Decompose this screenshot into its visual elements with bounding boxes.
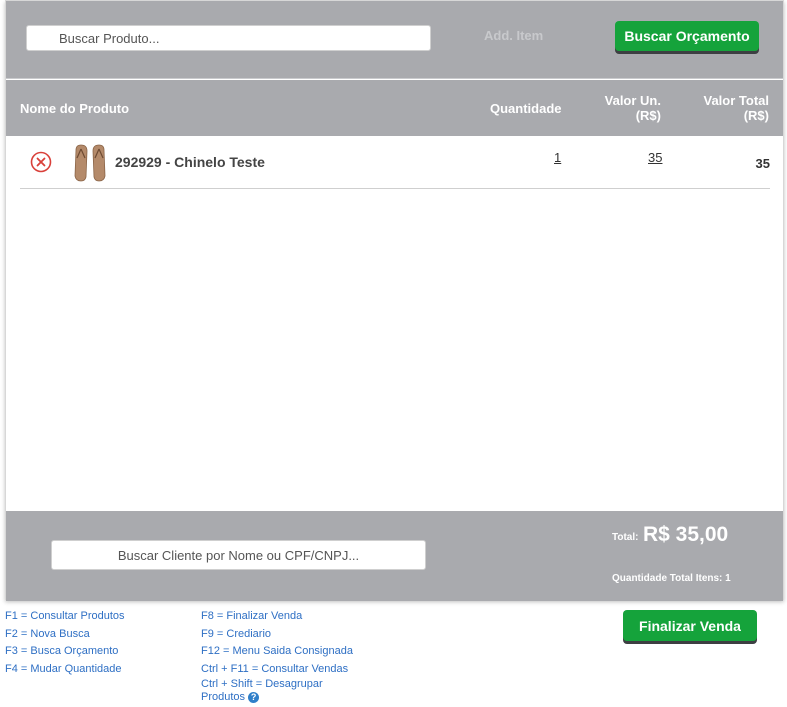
product-quantity-link[interactable]: 1 (554, 150, 561, 165)
product-thumbnail (74, 144, 106, 182)
shortcut-ctrl-f11[interactable]: Ctrl + F11 = Consultar Vendas (201, 661, 353, 679)
buscar-orcamento-button[interactable]: Buscar Orçamento (615, 21, 759, 51)
finalizar-venda-button[interactable]: Finalizar Venda (623, 610, 757, 641)
product-toolbar: Add. Item Buscar Orçamento (6, 1, 783, 79)
client-search-input[interactable] (51, 540, 426, 570)
remove-circle-x-icon[interactable] (30, 151, 52, 173)
product-name: 292929 - Chinelo Teste (115, 154, 265, 170)
shortcut-f3[interactable]: F3 = Busca Orçamento (5, 643, 125, 661)
shortcut-ctrl-shift-line2: Produtos (201, 691, 246, 703)
add-item-button[interactable]: Add. Item (484, 28, 543, 43)
shortcut-f12[interactable]: F12 = Menu Saida Consignada (201, 643, 353, 661)
table-row: 292929 - Chinelo Teste 1 35 35 (20, 137, 770, 189)
header-unit-value-label: Valor Un. (604, 93, 661, 108)
quantity-total-items: Quantidade Total Itens: 1 (612, 573, 731, 584)
help-circle-icon[interactable]: ? (248, 691, 260, 703)
shortcut-ctrl-shift[interactable]: Ctrl + Shift = Desagrupar Produtos ? (201, 678, 353, 704)
header-unit-value-currency: (R$) (635, 108, 661, 123)
shortcut-f2[interactable]: F2 = Nova Busca (5, 626, 125, 644)
table-header: Nome do Produto Quantidade Valor Un. (R$… (6, 80, 783, 136)
shortcut-list-right: F8 = Finalizar Venda F9 = Crediario F12 … (201, 608, 353, 704)
shortcut-f1[interactable]: F1 = Consultar Produtos (5, 608, 125, 626)
product-total-value: 35 (755, 156, 770, 171)
shortcut-list-left: F1 = Consultar Produtos F2 = Nova Busca … (5, 608, 125, 678)
shortcut-f8[interactable]: F8 = Finalizar Venda (201, 608, 353, 626)
shortcut-ctrl-shift-line1: Ctrl + Shift = Desagrupar (201, 678, 323, 690)
header-total-value-currency: (R$) (743, 108, 769, 123)
header-product-name: Nome do Produto (20, 101, 130, 116)
header-unit-value: Valor Un. (R$) (605, 93, 661, 123)
sale-panel: Add. Item Buscar Orçamento Nome do Produ… (5, 0, 784, 601)
shortcut-f4[interactable]: F4 = Mudar Quantidade (5, 661, 125, 679)
shortcut-f9[interactable]: F9 = Crediario (201, 626, 353, 644)
total-label: Total: (612, 532, 639, 543)
header-total-value-label: Valor Total (703, 93, 770, 108)
product-search-input[interactable] (26, 25, 431, 51)
product-unit-value-link[interactable]: 35 (648, 150, 662, 165)
header-total-value: Valor Total (R$) (704, 93, 770, 123)
total-value: R$ 35,00 (643, 523, 729, 546)
header-quantity: Quantidade (490, 101, 562, 116)
summary-bar: Total: R$ 35,00 Quantidade Total Itens: … (6, 511, 783, 601)
